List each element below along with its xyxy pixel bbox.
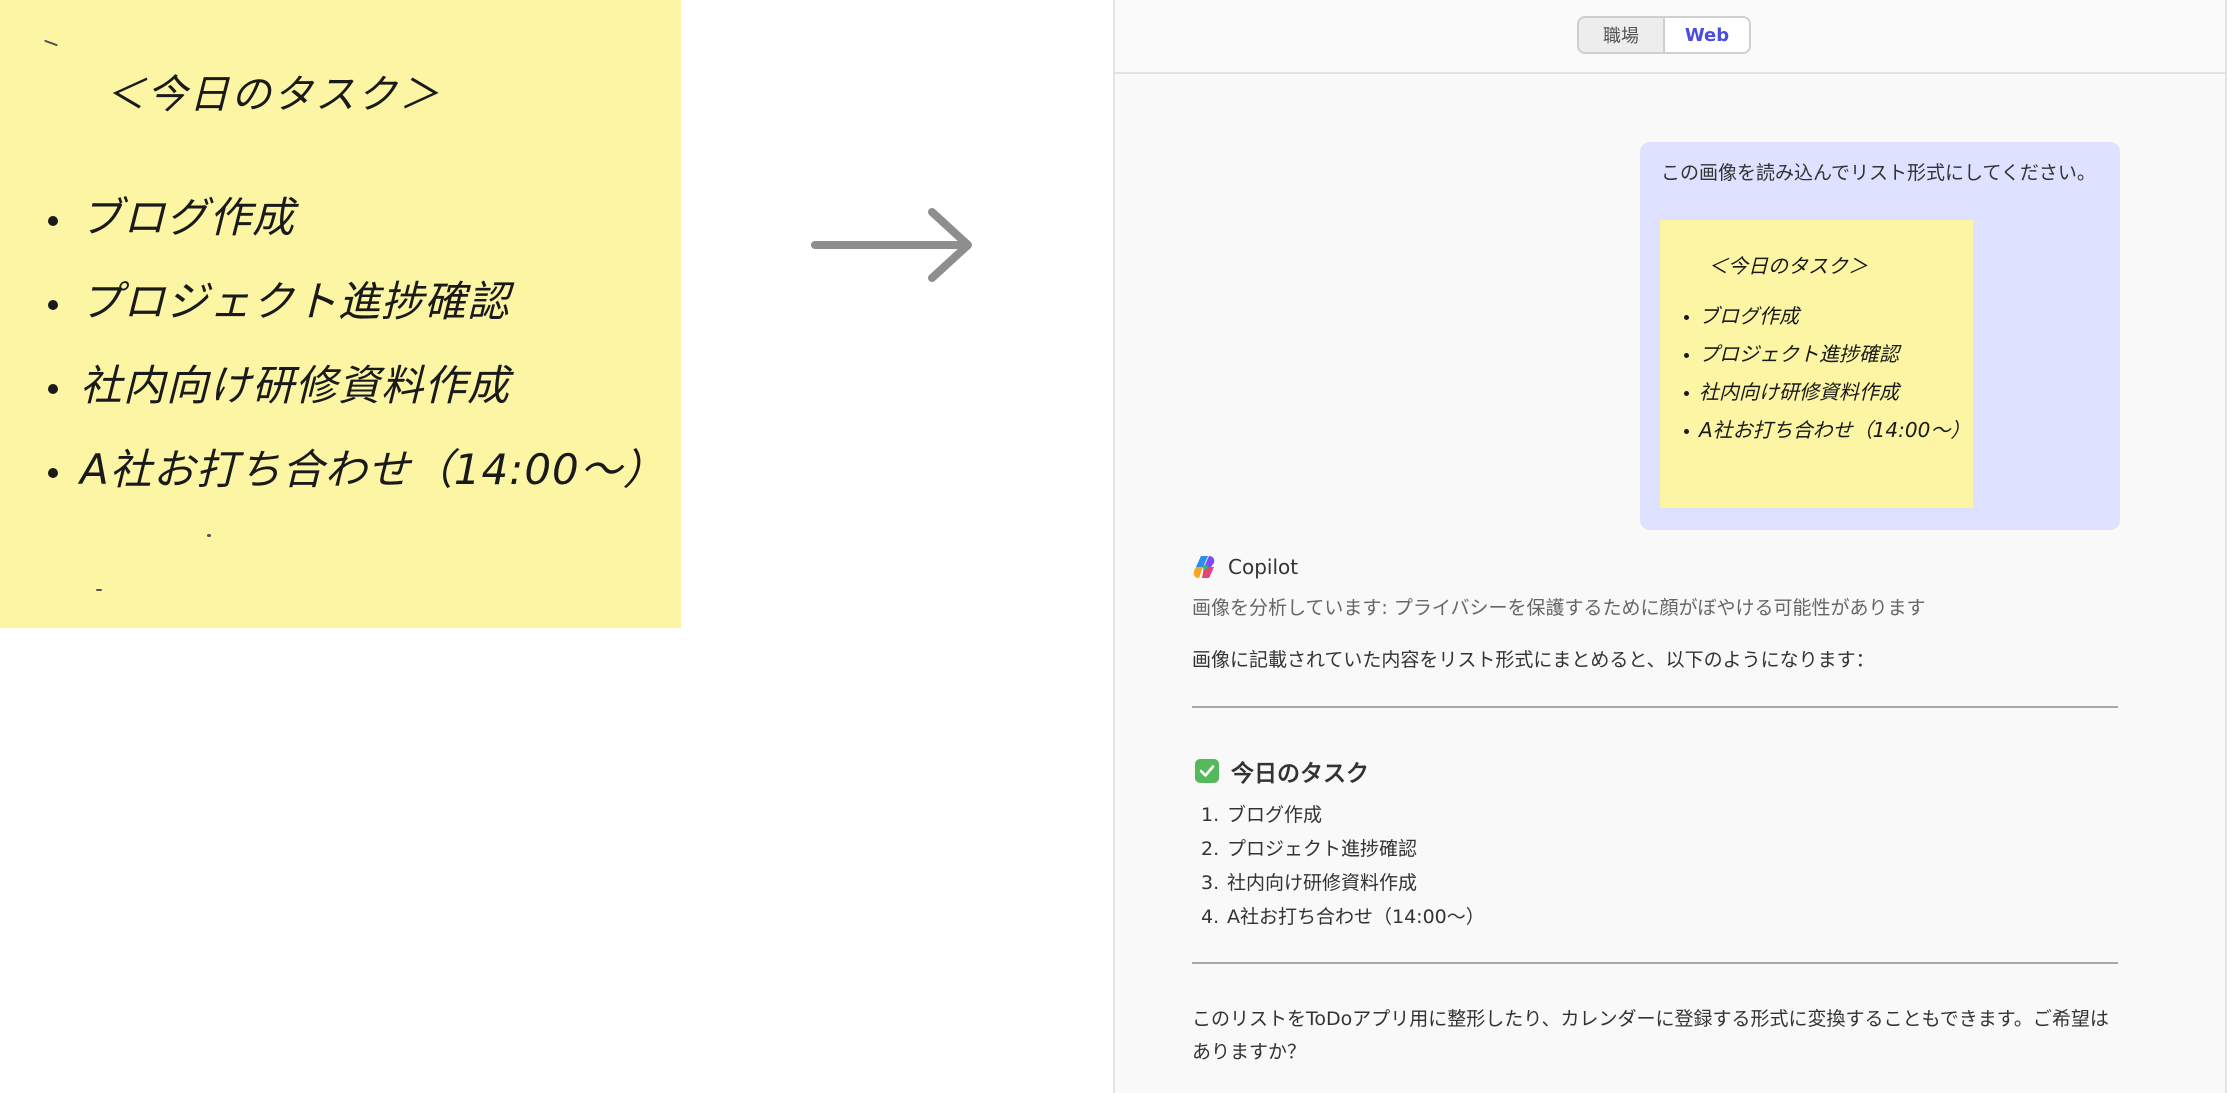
copilot-chat-panel: 職場 Web この画像を読み込んでリスト形式にしてください。 ＜今日のタスク＞ … (1113, 0, 2227, 1093)
attached-image-thumbnail[interactable]: ＜今日のタスク＞ ブログ作成 プロジェクト進捗確認 社内向け研修資料作成 A社お… (1660, 220, 1973, 508)
toggle-web[interactable]: Web (1663, 18, 1749, 52)
followup-question: このリストをToDoアプリ用に整形したり、カレンダーに登録する形式に変換すること… (1192, 1008, 2109, 1063)
user-message-bubble: この画像を読み込んでリスト形式にしてください。 ＜今日のタスク＞ ブログ作成 プ… (1640, 142, 2120, 530)
sticky-note-photo: ＜今日のタスク＞ ブログ作成 プロジェクト進捗確認 社内向け研修資料作成 A社お… (0, 0, 681, 628)
copilot-logo-icon (1193, 556, 1215, 578)
divider (1192, 706, 2118, 708)
sticky-note-item: ブログ作成 (48, 184, 295, 245)
sticky-note-item: A社お打ち合わせ（14:00〜） (48, 436, 666, 497)
task-list: 1. ブログ作成 2. プロジェクト進捗確認 3. 社内向け研修資料作成 4. A社お打… (1201, 798, 1485, 934)
toggle-work[interactable]: 職場 (1579, 18, 1663, 52)
task-heading-text: 今日のタスク (1231, 761, 1369, 787)
thumbnail-note-item: プロジェクト進捗確認 (1684, 338, 1899, 367)
pen-mark (207, 534, 211, 537)
list-item: 4. A社お打ち合わせ（14:00〜） (1201, 906, 1485, 928)
list-item: 1. ブログ作成 (1201, 804, 1323, 826)
task-section-heading: 今日のタスク (1195, 754, 1369, 788)
arrow-right-icon (811, 208, 972, 282)
list-item: 2. プロジェクト進捗確認 (1201, 838, 1418, 860)
thumbnail-note-title: ＜今日のタスク＞ (1708, 254, 1868, 278)
assistant-name: Copilot (1228, 555, 1299, 579)
response-intro: 画像に記載されていた内容をリスト形式にまとめると、以下のようになります： (1192, 649, 1875, 671)
divider (1192, 962, 2118, 964)
sticky-note-item: 社内向け研修資料作成 (48, 352, 510, 413)
assistant-header: Copilot (1192, 554, 1298, 580)
sticky-note-title: ＜今日のタスク＞ (105, 72, 441, 118)
analysis-status: 画像を分析しています: プライバシーを保護するために顔がぼやける可能性があります (1192, 597, 1926, 619)
mode-toggle[interactable]: 職場 Web (1577, 16, 1751, 54)
thumbnail-note-item: 社内向け研修資料作成 (1684, 376, 1899, 405)
sticky-note-item: プロジェクト進捗確認 (48, 268, 510, 329)
user-message-text: この画像を読み込んでリスト形式にしてください。 (1661, 162, 2096, 184)
thumbnail-note-item: ブログ作成 (1684, 300, 1799, 329)
thumbnail-note-item: A社お打ち合わせ（14:00〜） (1684, 414, 1970, 443)
pen-mark (44, 39, 58, 47)
check-box-icon (1195, 759, 1219, 783)
list-item: 3. 社内向け研修資料作成 (1201, 872, 1418, 894)
pen-mark (96, 589, 102, 591)
chat-header: 職場 Web (1115, 0, 2225, 74)
